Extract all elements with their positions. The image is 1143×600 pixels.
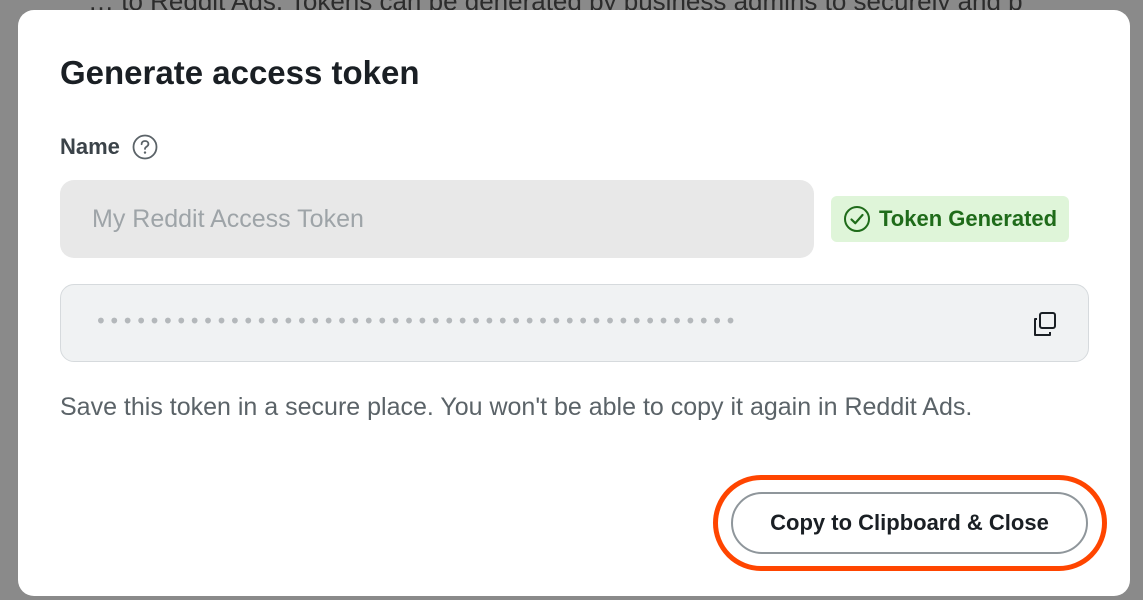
token-generated-badge: Token Generated [831, 196, 1070, 242]
generate-token-dialog: Generate access token Name Token Generat… [18, 10, 1130, 596]
question-circle-icon[interactable] [132, 134, 158, 160]
token-name-input[interactable] [60, 180, 814, 258]
check-circle-icon [843, 205, 871, 233]
status-badge-label: Token Generated [879, 206, 1058, 231]
name-label: Name [60, 134, 120, 159]
access-token-field[interactable]: ••••••••••••••••••••••••••••••••••••••••… [60, 284, 1089, 362]
name-label-row: Name [60, 134, 158, 160]
copy-icon[interactable] [1030, 309, 1060, 339]
masked-token-value: ••••••••••••••••••••••••••••••••••••••••… [95, 309, 739, 333]
helper-text: Save this token in a secure place. You w… [60, 393, 973, 421]
dialog-title: Generate access token [60, 54, 420, 91]
copy-to-clipboard-and-close-button[interactable]: Copy to Clipboard & Close [731, 492, 1088, 554]
